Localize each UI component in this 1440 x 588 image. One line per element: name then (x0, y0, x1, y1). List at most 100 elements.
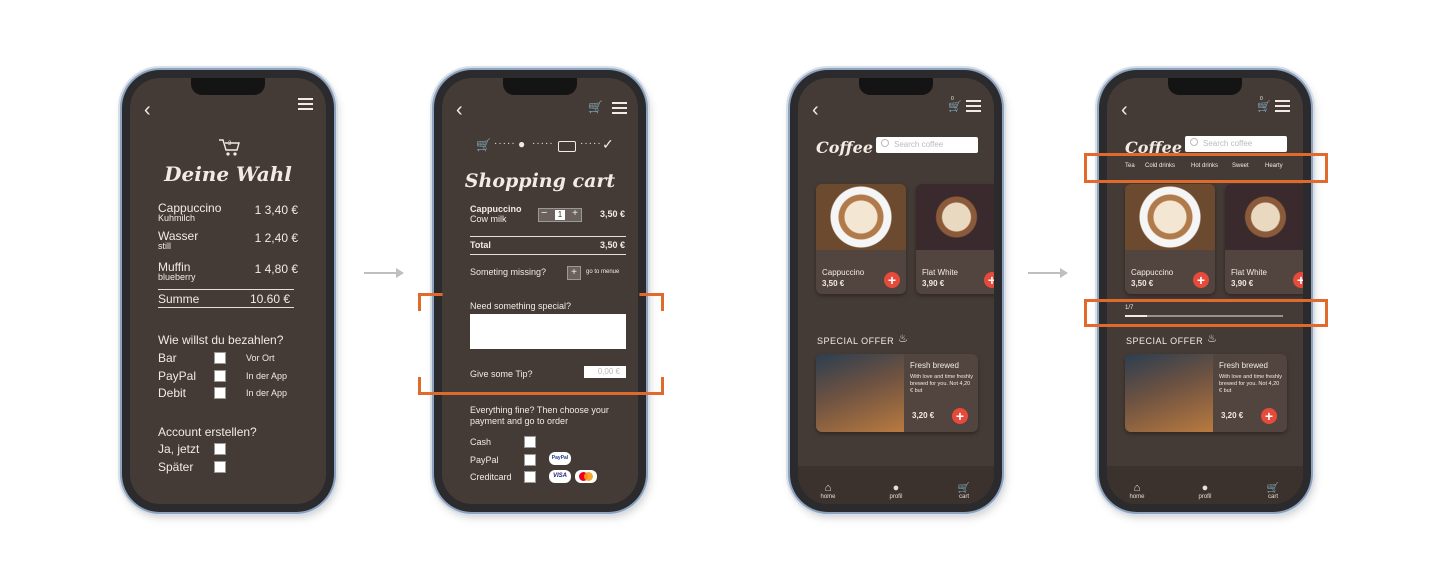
order-item: Wasser still 1 2,40 € (158, 229, 298, 251)
checkout-steps: 🛒 ····· ● ····· ····· ✓ (476, 136, 614, 154)
mastercard-logo-icon (575, 470, 597, 483)
cash-checkbox[interactable] (524, 436, 536, 448)
menu-icon[interactable] (966, 100, 981, 112)
product-price: 3,50 € (1131, 279, 1154, 288)
offer-name: Fresh brewed (910, 361, 959, 370)
special-request-textarea[interactable] (470, 314, 626, 349)
pay-bar-checkbox[interactable] (214, 352, 226, 364)
cart-icon: 🛒 (957, 483, 971, 494)
order-item: Cappuccino Kuhmilch 1 3,40 € (158, 201, 298, 223)
visa-logo-icon: VISA (549, 470, 571, 483)
cart-icon: 🛒 (1266, 483, 1280, 494)
pay-option-note: Vor Ort (246, 353, 275, 363)
pay-option-label: Debit (158, 386, 187, 400)
product-card[interactable]: Cappuccino 3,50 € + (1125, 184, 1215, 294)
item-price: 1 2,40 € (254, 231, 298, 245)
notch (1168, 78, 1242, 95)
special-offer-card[interactable]: Fresh brewed With love and time freshly … (816, 354, 978, 432)
paypal-checkbox[interactable] (524, 454, 536, 466)
back-icon[interactable]: ‹ (144, 100, 151, 120)
nav-home[interactable]: ⌂ home (808, 482, 848, 500)
offer-description: With love and time freshly brewed for yo… (1219, 374, 1282, 394)
flame-icon: ♨ (898, 333, 908, 345)
add-to-cart-button[interactable]: + (984, 272, 994, 288)
quantity-stepper[interactable]: − 1 + (538, 207, 582, 222)
bottom-nav: ⌂ home ● profil 🛒 cart (1107, 466, 1303, 504)
special-offer-card[interactable]: Fresh brewed With love and time freshly … (1125, 354, 1287, 432)
choose-payment-text: Everything fine? Then choose your paymen… (470, 405, 609, 426)
pay-question: Wie willst du bezahlen? (158, 333, 284, 347)
flow-arrow-1 (364, 268, 404, 278)
page-title: Coffee (816, 138, 873, 157)
cappuccino-image (1125, 184, 1215, 250)
go-to-menu-link[interactable]: go to menue (586, 269, 619, 275)
plus-icon[interactable]: + (572, 208, 578, 219)
pay-paypal-checkbox[interactable] (214, 370, 226, 382)
add-more-icon[interactable]: + (567, 266, 581, 280)
nav-profil[interactable]: ● profil (876, 482, 916, 500)
nav-profil[interactable]: ● profil (1185, 482, 1225, 500)
cart-badge: 0 (951, 96, 954, 102)
notch (191, 78, 265, 95)
account-question: Account erstellen? (158, 425, 257, 439)
nav-cart[interactable]: 🛒 cart (944, 483, 984, 500)
product-name: Cappuccino (1131, 268, 1174, 277)
product-card[interactable]: Cappuccino 3,50 € + (816, 184, 906, 294)
cappuccino-image (816, 184, 906, 250)
offer-price: 3,20 € (1221, 411, 1244, 420)
person-step-icon: ● (518, 137, 526, 151)
add-to-cart-button[interactable]: + (884, 272, 900, 288)
cart-icon[interactable]: 🛒 (588, 100, 603, 114)
total-value: 3,50 € (600, 240, 626, 250)
nav-home[interactable]: ⌂ home (1117, 482, 1157, 500)
order-item: Muffin blueberry 1 4,80 € (158, 260, 298, 282)
product-price: 3,90 € (1231, 279, 1254, 288)
product-card[interactable]: Flat White 3,90 € + (1225, 184, 1303, 294)
offer-name: Fresh brewed (1219, 361, 1268, 370)
nav-label: cart (1267, 494, 1278, 500)
nav-cart[interactable]: 🛒 cart (1253, 483, 1293, 500)
menu-icon[interactable] (612, 102, 627, 114)
person-icon: ● (1201, 482, 1209, 494)
add-offer-button[interactable]: + (1261, 408, 1277, 424)
menu-icon[interactable] (1275, 100, 1290, 112)
tip-input[interactable]: 0,00 € (584, 366, 626, 378)
cart-item-sub: Cow milk (470, 214, 507, 224)
pay-option-label: PayPal (158, 369, 197, 383)
account-now-checkbox[interactable] (214, 443, 226, 455)
search-input[interactable]: Search coffee (1185, 136, 1287, 152)
screen: ‹ 3 Deine Wahl Cappuccino Kuhmilch 1 3,4… (130, 78, 326, 504)
cart-item-price: 3,50 € (600, 209, 626, 219)
account-later-checkbox[interactable] (214, 461, 226, 473)
home-icon: ⌂ (1133, 482, 1141, 494)
add-to-cart-button[interactable]: + (1193, 272, 1209, 288)
highlight-frame-categories (1084, 153, 1328, 183)
back-icon[interactable]: ‹ (812, 100, 819, 120)
screen: ‹ 🛒 🛒 ····· ● ····· ····· ✓ Shopping car… (442, 78, 638, 504)
menu-icon[interactable] (298, 98, 313, 110)
account-option: Später (158, 460, 194, 474)
cart-icon: 3 (218, 138, 242, 158)
minus-icon[interactable]: − (541, 207, 547, 219)
back-icon[interactable]: ‹ (456, 100, 463, 120)
product-card[interactable]: Flat White 3,90 € + (916, 184, 994, 294)
divider (470, 236, 626, 237)
notch (503, 78, 577, 95)
pay-debit-checkbox[interactable] (214, 387, 226, 399)
flat-white-image (1225, 184, 1303, 250)
flow-arrow-2 (1028, 268, 1068, 278)
add-to-cart-button[interactable]: + (1293, 272, 1303, 288)
person-icon: ● (892, 482, 900, 494)
creditcard-checkbox[interactable] (524, 471, 536, 483)
search-input[interactable]: Search coffee (876, 137, 978, 153)
add-offer-button[interactable]: + (952, 408, 968, 424)
flame-icon: ♨ (1207, 333, 1217, 345)
back-icon[interactable]: ‹ (1121, 100, 1128, 120)
nav-label: profil (889, 494, 903, 500)
offer-description: With love and time freshly brewed for yo… (910, 374, 973, 394)
screen: ‹ 🛒 0 Coffee Search coffee Tea Cold drin… (1107, 78, 1303, 504)
paypal-logo-icon: PayPal (549, 452, 571, 465)
sum-value: 10.60 € (250, 292, 291, 306)
check-step-icon: ✓ (602, 136, 614, 152)
missing-label: Someting missing? (470, 267, 547, 277)
